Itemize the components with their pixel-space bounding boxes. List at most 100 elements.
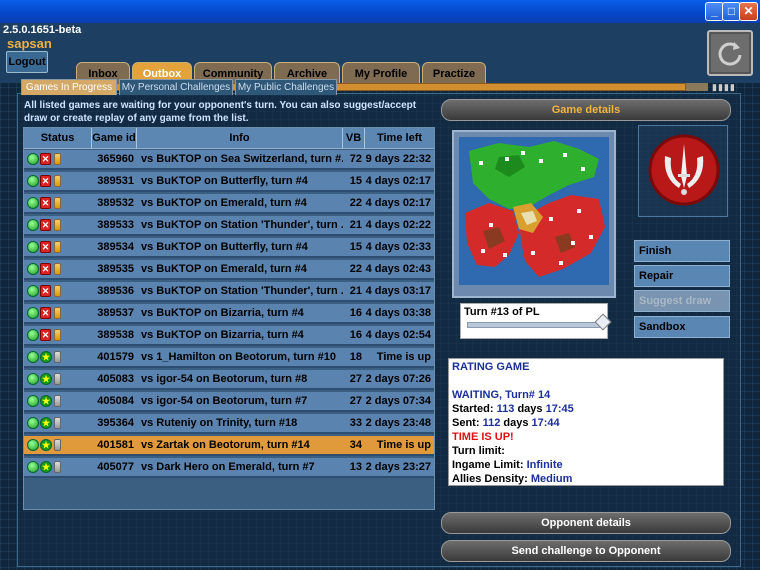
time-left-cell: 2 days 07:26 (365, 373, 431, 385)
table-row[interactable]: ✕ 389532 vs BuKTOP on Emerald, turn #4 22 4 … (24, 194, 434, 214)
time-left-cell: 4 days 02:17 (365, 175, 431, 187)
rating-game-label: RATING GAME (452, 361, 530, 373)
vb-cell: 22 (349, 263, 362, 275)
vb-cell: 16 (349, 307, 362, 319)
hourglass-icon (54, 263, 61, 275)
send-challenge-button[interactable]: Send challenge to Opponent (441, 540, 731, 562)
table-row[interactable]: ✕ 389538 vs BuKTOP on Bizarria, turn #4 16 4… (24, 326, 434, 346)
table-row[interactable]: ✕ 389536 vs BuKTOP on Station 'Thunder', t… (24, 282, 434, 302)
rating-red-icon: ✕ (40, 329, 51, 341)
turn-label: Turn #13 of PL (464, 306, 540, 318)
time-left-cell: 4 days 02:33 (365, 241, 431, 253)
table-row[interactable]: ✕ 389537 vs BuKTOP on Bizarria, turn #4 16 4… (24, 304, 434, 324)
vb-cell: 13 (349, 461, 362, 473)
game-details-header[interactable]: Game details (441, 99, 731, 121)
game-id-cell: 395364 (97, 417, 134, 429)
table-row[interactable]: ★ 405083 vs igor-54 on Beotorum, turn #8 27… (24, 370, 434, 390)
game-info-cell: vs Dark Hero on Emerald, turn #7 (141, 461, 315, 473)
turn-selector[interactable]: Turn #13 of PL (460, 303, 612, 339)
table-header: Status Game id Info VB Time left (24, 128, 434, 149)
table-row[interactable]: ★ 401579 vs 1_Hamilton on Beotorum, turn #… (24, 348, 434, 368)
table-row[interactable]: ★ 395364 vs Ruteniy on Trinity, turn #18 33… (24, 414, 434, 434)
online-status-icon (27, 461, 39, 473)
col-game-id[interactable]: Game id (92, 128, 137, 149)
repair-button[interactable]: Repair (634, 265, 730, 287)
game-info-box: RATING GAME WAITING, Turn# 14 Started: 1… (448, 358, 724, 486)
online-status-icon (27, 351, 39, 363)
map-preview[interactable] (459, 137, 609, 285)
game-id-cell: 401581 (97, 439, 134, 451)
game-info-cell: vs Ruteniy on Trinity, turn #18 (141, 417, 298, 429)
tab-practize[interactable]: Practize (422, 62, 486, 84)
game-info-cell: vs BuKTOP on Bizarria, turn #4 (141, 329, 304, 341)
col-info[interactable]: Info (137, 128, 343, 149)
time-left-cell: Time is up (376, 439, 431, 451)
table-row[interactable]: ✕ 365960 vs BuKTOP on Sea Switzerland, tur… (24, 150, 434, 170)
game-info-cell: vs BuKTOP on Butterfly, turn #4 (141, 175, 308, 187)
online-status-icon (27, 373, 39, 385)
col-status[interactable]: Status (24, 128, 92, 149)
hourglass-icon (54, 285, 61, 297)
time-left-cell: 4 days 02:22 (365, 219, 431, 231)
tab-scroll-control[interactable] (686, 83, 708, 91)
tab-my-profile[interactable]: My Profile (342, 62, 420, 84)
table-row[interactable]: ✕ 389533 vs BuKTOP on Station 'Thunder', t… (24, 216, 434, 236)
ingame-limit-line: Ingame Limit: Infinite (452, 459, 563, 471)
subtab-public-challenges[interactable]: My Public Challenges (235, 79, 337, 95)
game-id-cell: 405084 (97, 395, 134, 407)
game-info-cell: vs BuKTOP on Butterfly, turn #4 (141, 241, 308, 253)
map-frame (452, 130, 616, 298)
online-status-icon (27, 263, 39, 275)
star-icon: ★ (40, 373, 52, 385)
time-left-cell: 4 days 02:43 (365, 263, 431, 275)
table-row[interactable]: ★ 405077 vs Dark Hero on Emerald, turn #7 1… (24, 458, 434, 478)
menu-handle-icon[interactable]: ▮▮▮▮ (712, 82, 756, 92)
rating-red-icon: ✕ (40, 307, 51, 319)
subtab-personal-challenges[interactable]: My Personal Challenges (119, 79, 233, 95)
suggest-draw-button[interactable]: Suggest draw (634, 290, 730, 312)
time-left-cell: 9 days 22:32 (365, 153, 431, 165)
time-left-cell: 4 days 03:38 (365, 307, 431, 319)
hourglass-icon (54, 175, 61, 187)
time-left-cell: 4 days 03:17 (365, 285, 431, 297)
rating-red-icon: ✕ (40, 263, 51, 275)
subtab-games-in-progress[interactable]: Games In Progress (21, 79, 117, 95)
version-label: 2.5.0.1651-beta (3, 24, 82, 36)
game-id-cell: 389531 (97, 175, 134, 187)
table-row[interactable]: ★ 405084 vs igor-54 on Beotorum, turn #7 27… (24, 392, 434, 412)
table-row[interactable]: ✕ 389534 vs BuKTOP on Butterfly, turn #4 15… (24, 238, 434, 258)
opponent-details-button[interactable]: Opponent details (441, 512, 731, 534)
table-row[interactable]: ✕ 389531 vs BuKTOP on Butterfly, turn #4 15… (24, 172, 434, 192)
game-id-cell: 389537 (97, 307, 134, 319)
close-button[interactable]: ✕ (739, 2, 758, 21)
time-left-cell: 4 days 02:17 (365, 197, 431, 209)
sandbox-button[interactable]: Sandbox (634, 316, 730, 338)
hourglass-icon (54, 153, 61, 165)
online-status-icon (27, 307, 39, 319)
vb-cell: 18 (349, 351, 362, 363)
vb-cell: 34 (349, 439, 362, 451)
started-line: Started: 113 days 17:45 (452, 403, 574, 415)
game-id-cell: 389534 (97, 241, 134, 253)
table-row[interactable]: ✕ 389535 vs BuKTOP on Emerald, turn #4 22 4 … (24, 260, 434, 280)
username-label: sapsan (7, 36, 52, 51)
hourglass-icon (54, 373, 61, 385)
turn-slider[interactable] (467, 322, 603, 328)
rating-red-icon: ✕ (40, 285, 51, 297)
finish-button[interactable]: Finish (634, 240, 730, 262)
logout-button[interactable]: Logout (6, 51, 48, 73)
hourglass-icon (54, 395, 61, 407)
game-info-cell: vs BuKTOP on Station 'Thunder', turn ... (141, 219, 343, 231)
online-status-icon (27, 197, 39, 209)
rating-red-icon: ✕ (40, 241, 51, 253)
col-vb[interactable]: VB (343, 128, 365, 149)
col-time-left[interactable]: Time left (365, 128, 434, 149)
refresh-button[interactable] (707, 30, 753, 76)
game-info-cell: vs BuKTOP on Bizarria, turn #4 (141, 307, 304, 319)
game-info-cell: vs BuKTOP on Station 'Thunder', turn ... (141, 285, 343, 297)
vb-cell: 15 (349, 241, 362, 253)
rating-red-icon: ✕ (40, 219, 51, 231)
hourglass-icon (54, 219, 61, 231)
table-row[interactable]: ★ 401581 vs Zartak on Beotorum, turn #14 34… (24, 436, 434, 456)
rating-red-icon: ✕ (40, 175, 51, 187)
